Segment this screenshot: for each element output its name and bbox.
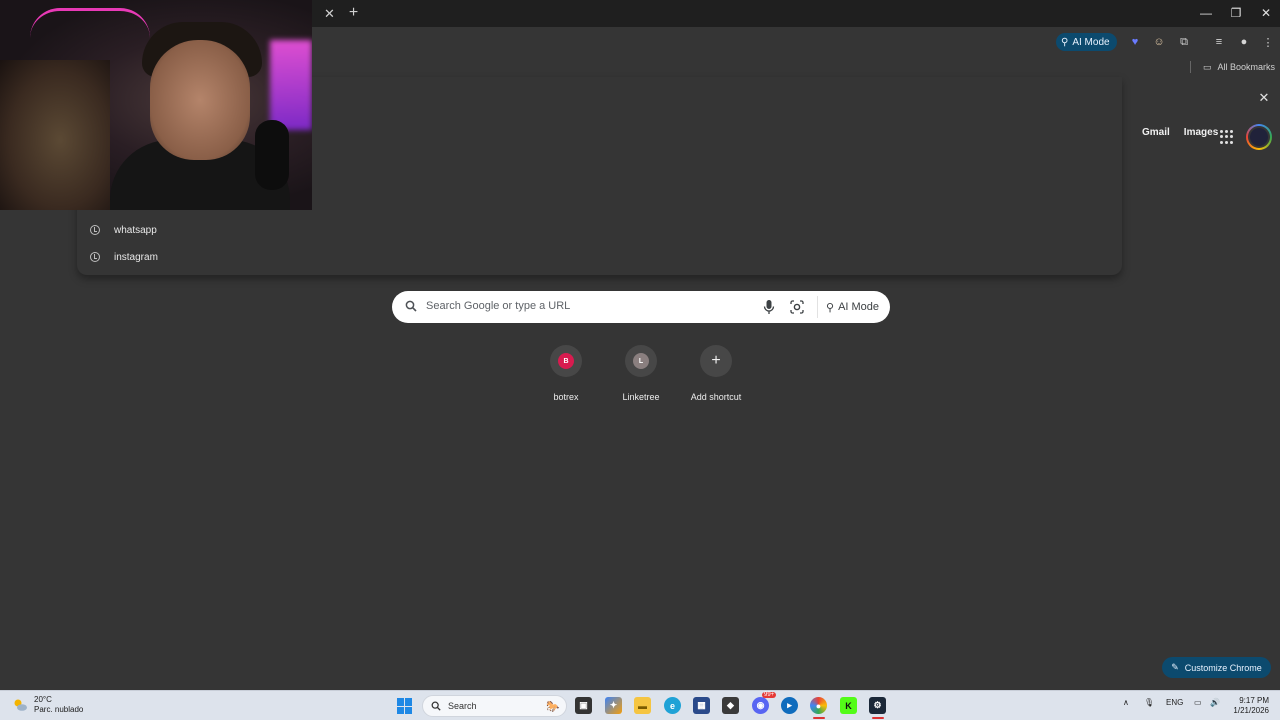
taskbar-clock[interactable]: 9:17 PM 1/21/2026 [1229,696,1269,716]
microphone-icon[interactable] [762,299,776,315]
history-icon [90,252,100,262]
ai-search-icon: ⚲ [826,301,835,314]
partly-cloudy-icon [14,699,27,711]
customize-chrome-label: Customize Chrome [1184,662,1262,673]
weather-temp: 20°C [34,695,52,704]
shortcut-icon: L [625,345,657,377]
ai-mode-button[interactable]: ⚲ AI Mode [817,296,887,318]
kebab-menu-icon[interactable]: ⋮ [1260,34,1276,50]
bookmarks-bar: ▭ All Bookmarks [1190,58,1275,76]
weather-widget[interactable]: 20°C Parc. nublado [12,695,83,715]
shortcut-tile[interactable]: L Linketree [601,345,681,402]
pencil-icon: ✎ [1171,662,1179,672]
history-icon [90,225,100,235]
webcam-overlay [0,0,312,210]
game-icon[interactable]: ◆ [722,697,739,714]
minimize-button[interactable]: — [1191,4,1221,22]
ai-mode-chip[interactable]: ⚲ AI Mode [1056,33,1117,51]
customize-chrome-button[interactable]: ✎ Customize Chrome [1162,657,1271,678]
search-box[interactable]: Search Google or type a URL ⚲ AI Mode [392,291,890,323]
shortcut-label: Linketree [622,392,660,402]
app-icon[interactable]: ▸ [781,697,798,714]
display-icon[interactable]: ▭ [1194,698,1202,707]
suggestion-item[interactable]: whatsapp [90,220,157,240]
shortcut-badge: L [633,353,649,369]
shortcut-label: botrex [553,392,579,402]
search-icon [431,701,441,711]
language-indicator[interactable]: ENG [1166,698,1183,707]
account-avatar[interactable] [1246,124,1272,150]
search-icon [405,300,417,312]
windows-taskbar: 20°C Parc. nublado Search 🐎 ▣ ✦ ▬ e ▦ ◆ … [0,690,1280,720]
chrome-active-indicator [813,717,825,719]
taskbar-search-placeholder: Search [448,701,477,711]
windows-start-icon[interactable] [397,698,413,714]
microphone-icon[interactable]: 🎙 [1144,698,1154,707]
steam-icon[interactable]: ⚙ [869,697,886,714]
weather-desc: Parc. nublado [34,705,84,714]
profile-extension-icon[interactable]: ☺ [1151,34,1167,50]
microsoft-store-icon[interactable]: ▦ [693,697,710,714]
suggestion-text: instagram [114,251,158,263]
search-highlight-icon: 🐎 [546,700,560,713]
extension-icon[interactable]: ♥ [1127,34,1143,50]
close-window-button[interactable]: ✕ [1251,4,1280,22]
all-bookmarks-link[interactable]: All Bookmarks [1218,62,1276,72]
ai-search-icon: ⚲ [1061,36,1069,48]
google-header-links: Gmail Images [1142,127,1218,138]
images-link[interactable]: Images [1184,127,1218,138]
notification-badge: 99+ [762,692,777,698]
gmail-link[interactable]: Gmail [1142,127,1170,138]
bookmarks-divider [1190,61,1191,73]
plus-icon: + [700,345,732,377]
add-shortcut-button[interactable]: + Add shortcut [676,345,756,402]
suggestion-text: whatsapp [114,224,157,236]
chevron-up-icon[interactable]: ∧ [1123,698,1129,707]
search-input[interactable]: Search Google or type a URL [426,300,570,312]
copilot-icon[interactable]: ✦ [605,697,622,714]
apps-grid-icon[interactable] [1220,130,1234,144]
ai-mode-chip-label: AI Mode [1072,36,1110,48]
shortcut-badge: B [558,353,574,369]
add-shortcut-plus: + [711,352,721,369]
lens-camera-icon[interactable] [789,299,805,315]
chrome-icon[interactable]: ● [810,697,827,714]
edge-icon[interactable]: e [664,697,681,714]
steam-active-indicator [872,717,884,719]
close-icon[interactable]: ✕ [1255,89,1273,107]
taskbar-search-box[interactable]: Search 🐎 [422,695,567,717]
folder-icon: ▭ [1203,61,1212,72]
puzzle-icon[interactable]: ⧉ [1176,34,1192,50]
restore-button[interactable]: ❐ [1221,4,1251,22]
volume-icon[interactable]: 🔊 [1210,698,1220,707]
kick-icon[interactable]: K [840,697,857,714]
ai-mode-label: AI Mode [838,301,880,313]
shortcut-icon: B [550,345,582,377]
new-tab-button[interactable]: + [345,4,362,21]
suggestion-item[interactable]: instagram [90,247,158,267]
reading-list-icon[interactable]: ≡ [1211,34,1227,50]
shortcut-tile[interactable]: B botrex [526,345,606,402]
discord-icon[interactable]: ◉ [752,697,769,714]
shortcut-label: Add shortcut [690,392,742,402]
task-view-icon[interactable]: ▣ [575,697,592,714]
profile-avatar-icon[interactable]: ● [1236,34,1252,50]
tab-close-icon[interactable]: ✕ [321,5,338,22]
clock-date: 1/21/2026 [1233,706,1269,715]
file-explorer-icon[interactable]: ▬ [634,697,651,714]
clock-time: 9:17 PM [1239,696,1269,705]
